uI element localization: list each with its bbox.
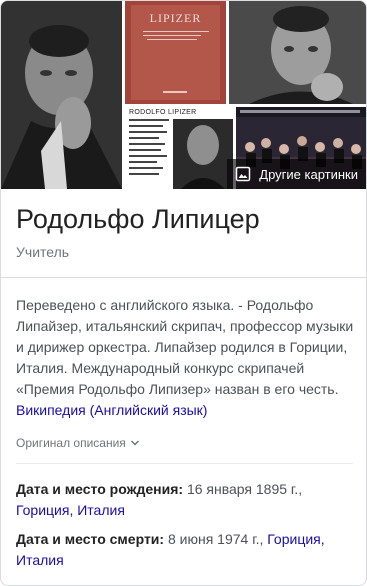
portrait-photo-graphic-2 (229, 1, 366, 104)
header-divider (1, 277, 366, 278)
fact-death-date: 8 июня 1974 г., (167, 531, 264, 547)
poster-graphic (125, 107, 233, 189)
facts-divider (16, 463, 353, 464)
chevron-down-icon (130, 440, 139, 446)
original-description-toggle[interactable]: Оригинал описания (16, 436, 140, 450)
description-text: Переведено с английского языка. - Родоль… (16, 297, 354, 397)
fact-birth-place-link[interactable]: Гориция, Италия (16, 502, 125, 518)
fact-death-label: Дата и место смерти: (16, 531, 165, 547)
image-icon (236, 166, 251, 182)
poster-title: RODOLFO LIPIZER (129, 109, 197, 116)
score-cover-image[interactable]: LIPIZER (125, 1, 226, 104)
fact-birth-date: 16 января 1895 г., (186, 481, 303, 497)
portrait-image-second[interactable] (229, 1, 366, 104)
entity-title: Родольфо Липицер (16, 204, 260, 234)
portrait-photo-graphic (1, 1, 122, 189)
fact-birth-label: Дата и место рождения: (16, 481, 184, 497)
more-images-button[interactable]: Другие картинки (227, 159, 366, 189)
fact-birth: Дата и место рождения: 16 января 1895 г.… (16, 479, 356, 521)
knowledge-panel: LIPIZER RODOLFO LIPIZER Другие картинки … (0, 0, 367, 586)
image-strip: LIPIZER RODOLFO LIPIZER Другие картинки (1, 1, 366, 189)
entity-type: Учитель (16, 244, 70, 260)
original-description-label: Оригинал описания (16, 436, 126, 450)
portrait-image-main[interactable] (1, 1, 122, 189)
score-cover-title: LIPIZER (149, 11, 202, 25)
more-images-label: Другие картинки (259, 166, 358, 182)
poster-image[interactable]: RODOLFO LIPIZER (125, 107, 233, 189)
wikipedia-link[interactable]: Википедия (Английский язык) (16, 402, 207, 418)
fact-death: Дата и место смерти: 8 июня 1974 г., Гор… (16, 529, 356, 571)
entity-description: Переведено с английского языка. - Родоль… (16, 295, 358, 421)
